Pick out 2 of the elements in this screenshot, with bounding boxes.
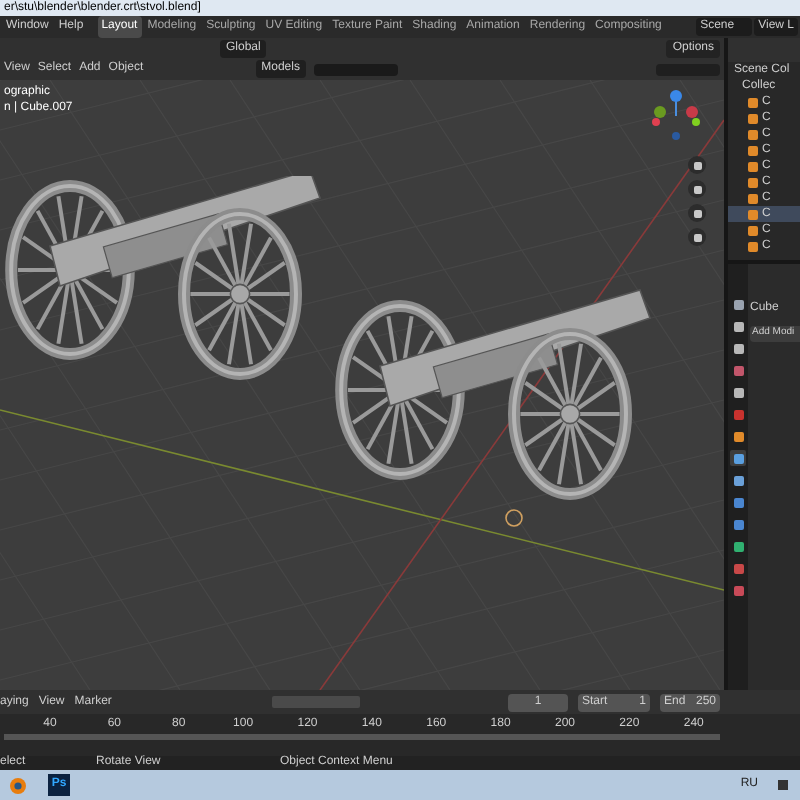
blender-logo-icon[interactable] [4,775,28,795]
navigation-gizmo-icon[interactable] [652,88,700,144]
